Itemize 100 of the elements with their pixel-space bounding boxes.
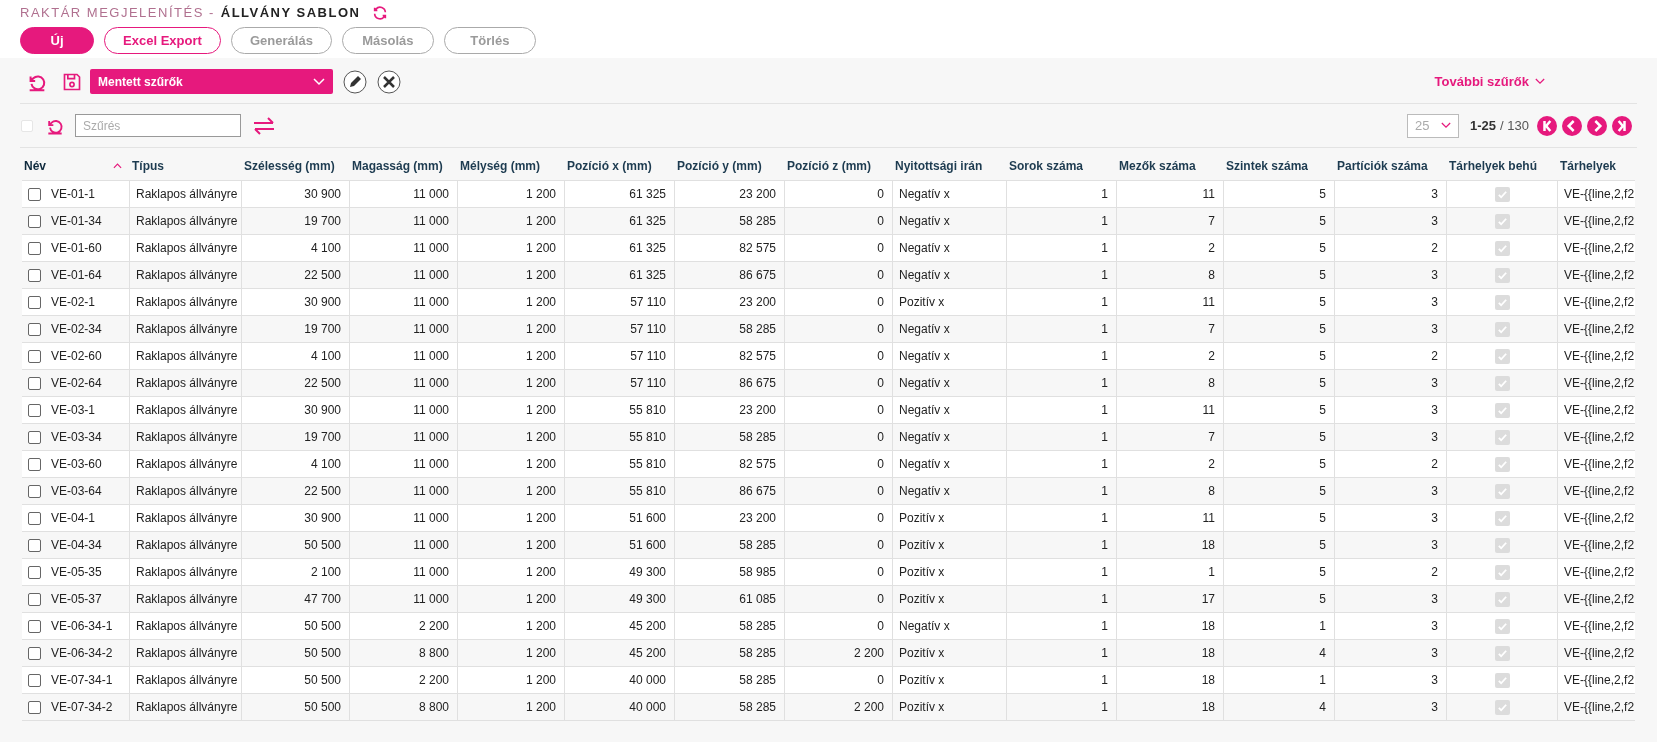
table-cell-text: 1 200 <box>525 186 556 203</box>
table-cell-text: 1 <box>1101 672 1108 689</box>
column-header[interactable]: Sorok száma <box>1009 157 1084 175</box>
table-row[interactable]: VE-07-34-2 Raklapos állványre 50 500 8 800 1 200 40 000 58 285 2 200 Pozitív x 1 18 4 3 VE-{{line,2,f2 <box>22 694 1635 721</box>
column-header[interactable]: Típus <box>132 157 164 175</box>
row-checkbox[interactable] <box>28 214 41 228</box>
row-checkbox[interactable] <box>28 241 41 255</box>
saved-filters-select[interactable]: Mentett szűrők <box>90 69 333 94</box>
column-header[interactable]: Tárhelyek behú <box>1449 157 1538 175</box>
row-checkbox[interactable] <box>28 268 41 282</box>
column-header[interactable]: Tárhelyek <box>1560 157 1617 175</box>
filter-field[interactable]: Szűrés <box>75 114 241 137</box>
last-page-icon[interactable] <box>1612 115 1632 136</box>
column-header[interactable]: Nyitottsági irán <box>895 157 983 175</box>
row-checkbox[interactable] <box>28 403 41 417</box>
sort-up-icon[interactable] <box>113 163 122 169</box>
column-header[interactable]: Szintek száma <box>1226 157 1309 175</box>
table-cell-text: 11 000 <box>413 402 449 419</box>
row-checkbox[interactable] <box>28 376 41 390</box>
row-checkbox[interactable] <box>28 187 41 201</box>
first-page-icon[interactable] <box>1537 115 1557 136</box>
table-cell-text: Pozitív x <box>899 537 945 554</box>
row-checkbox[interactable] <box>28 565 41 579</box>
row-checkbox[interactable] <box>28 457 41 471</box>
swap-arrows-icon[interactable] <box>253 116 275 135</box>
column-header[interactable]: Szélesség (mm) <box>244 157 335 175</box>
table-row[interactable]: VE-03-60 Raklapos állványre 4 100 11 000 1 200 55 810 82 575 0 Negatív x 1 2 5 2 VE-{{line,2,f2 <box>22 451 1635 478</box>
edit-icon[interactable] <box>343 69 367 94</box>
column-header[interactable]: Mezők száma <box>1119 157 1196 175</box>
table-cell-text: 0 <box>877 564 884 581</box>
previous-page-icon[interactable] <box>1562 115 1582 136</box>
table-cell-text: 1 200 <box>525 456 556 473</box>
table-cell-text: 61 325 <box>629 267 666 284</box>
table-cell-text: VE-03-1 <box>51 402 96 419</box>
table-cell-text: 8 800 <box>418 699 449 716</box>
table-cell-text: 30 900 <box>304 510 341 527</box>
table-cell-text: VE-{{line,2,f2 <box>1564 483 1635 500</box>
row-checkbox[interactable] <box>28 322 41 336</box>
table-cell-text: 55 810 <box>629 483 666 500</box>
table-cell-text: 5 <box>1319 591 1326 608</box>
more-filters-link[interactable]: További szűrők <box>1434 71 1545 92</box>
table-cell-text: 40 000 <box>629 672 666 689</box>
row-checkbox[interactable] <box>28 700 41 714</box>
row-checkbox[interactable] <box>28 619 41 633</box>
table-row[interactable]: VE-04-1 Raklapos állványre 30 900 11 000 1 200 51 600 23 200 0 Pozitív x 1 11 5 3 VE-{{line,2,f2 <box>22 505 1635 532</box>
table-cell-text: Negatív x <box>899 267 950 284</box>
column-header[interactable]: Mélység (mm) <box>460 157 541 175</box>
row-checkbox[interactable] <box>28 349 41 363</box>
refresh-icon[interactable] <box>372 5 389 21</box>
row-checkbox[interactable] <box>28 673 41 687</box>
action-button[interactable]: Új <box>20 27 94 54</box>
table-cell-text: 3 <box>1431 537 1438 554</box>
next-page-icon[interactable] <box>1587 115 1607 136</box>
row-checkbox[interactable] <box>28 646 41 660</box>
table-cell-text: 82 575 <box>739 456 776 473</box>
table-row[interactable]: VE-04-34 Raklapos állványre 50 500 11 000 1 200 51 600 58 285 0 Pozitív x 1 18 5 3 VE-{{line,2,f2 <box>22 532 1635 559</box>
table-cell-text: 0 <box>877 186 884 203</box>
row-checkbox[interactable] <box>28 484 41 498</box>
table-row[interactable]: VE-02-60 Raklapos állványre 4 100 11 000 1 200 57 110 82 575 0 Negatív x 1 2 5 2 VE-{{line,2,f2 <box>22 343 1635 370</box>
row-checkbox[interactable] <box>28 538 41 552</box>
save-icon[interactable] <box>62 71 82 92</box>
select-all-checkbox[interactable] <box>21 119 33 132</box>
table-cell-text: 2 <box>1431 240 1438 257</box>
table-row[interactable]: VE-06-34-1 Raklapos állványre 50 500 2 200 1 200 45 200 58 285 0 Negatív x 1 18 1 3 VE-{{line,2,f2 <box>22 613 1635 640</box>
table-cell-text: VE-01-34 <box>51 213 102 230</box>
table-row[interactable]: VE-02-34 Raklapos állványre 19 700 11 000 1 200 57 110 58 285 0 Negatív x 1 7 5 3 VE-{{line,2,f2 <box>22 316 1635 343</box>
table-cell-text: 1 <box>1101 321 1108 338</box>
table-cell-text: 1 200 <box>525 483 556 500</box>
table-row[interactable]: VE-02-1 Raklapos állványre 30 900 11 000 1 200 57 110 23 200 0 Pozitív x 1 11 5 3 VE-{{line,2,f2 <box>22 289 1635 316</box>
column-header[interactable]: Magasság (mm) <box>352 157 443 175</box>
table-cell-text: 11 000 <box>413 186 449 203</box>
column-header[interactable]: Partíciók száma <box>1337 157 1428 175</box>
table-cell-text: 0 <box>877 348 884 365</box>
column-header[interactable]: Pozíció x (mm) <box>567 157 652 175</box>
close-icon[interactable] <box>377 69 401 94</box>
table-row[interactable]: VE-03-64 Raklapos állványre 22 500 11 000 1 200 55 810 86 675 0 Negatív x 1 8 5 3 VE-{{line,2,f2 <box>22 478 1635 505</box>
table-row[interactable]: VE-05-37 Raklapos állványre 47 700 11 000 1 200 49 300 61 085 0 Pozitív x 1 17 5 3 VE-{{line,2,f2 <box>22 586 1635 613</box>
table-cell-text: VE-03-60 <box>51 456 102 473</box>
row-checkbox[interactable] <box>28 511 41 525</box>
table-row[interactable]: VE-02-64 Raklapos állványre 22 500 11 000 1 200 57 110 86 675 0 Negatív x 1 8 5 3 VE-{{line,2,f2 <box>22 370 1635 397</box>
action-button[interactable]: Excel Export <box>104 27 221 54</box>
table-cell-text: 1 <box>1101 294 1108 311</box>
table-row[interactable]: VE-01-1 Raklapos állványre 30 900 11 000 1 200 61 325 23 200 0 Negatív x 1 11 5 3 VE-{{line,2,f2 <box>22 181 1635 208</box>
table-row[interactable]: VE-01-34 Raklapos állványre 19 700 11 000 1 200 61 325 58 285 0 Negatív x 1 7 5 3 VE-{{line,2,f2 <box>22 208 1635 235</box>
table-row[interactable]: VE-03-1 Raklapos állványre 30 900 11 000 1 200 55 810 23 200 0 Negatív x 1 11 5 3 VE-{{line,2,f2 <box>22 397 1635 424</box>
table-cell-text: 18 <box>1201 537 1215 554</box>
table-row[interactable]: VE-05-35 Raklapos állványre 2 100 11 000 1 200 49 300 58 985 0 Pozitív x 1 1 5 2 VE-{{line,2,f2 <box>22 559 1635 586</box>
row-checkbox[interactable] <box>28 430 41 444</box>
table-row[interactable]: VE-06-34-2 Raklapos állványre 50 500 8 800 1 200 45 200 58 285 2 200 Pozitív x 1 18 4 3 VE-{{line,2,f2 <box>22 640 1635 667</box>
table-cell-text: 50 500 <box>304 699 341 716</box>
table-row[interactable]: VE-03-34 Raklapos állványre 19 700 11 000 1 200 55 810 58 285 0 Negatív x 1 7 5 3 VE-{{line,2,f2 <box>22 424 1635 451</box>
row-checkbox[interactable] <box>28 295 41 309</box>
column-header[interactable]: Pozíció z (mm) <box>787 157 871 175</box>
table-row[interactable]: VE-07-34-1 Raklapos állványre 50 500 2 200 1 200 40 000 58 285 0 Pozitív x 1 18 1 3 VE-{{line,2,f2 <box>22 667 1635 694</box>
table-row[interactable]: VE-01-60 Raklapos állványre 4 100 11 000 1 200 61 325 82 575 0 Negatív x 1 2 5 2 VE-{{line,2,f2 <box>22 235 1635 262</box>
column-header[interactable]: Pozíció y (mm) <box>677 157 762 175</box>
row-checkbox[interactable] <box>28 592 41 606</box>
column-header[interactable]: Név <box>24 157 46 175</box>
table-row[interactable]: VE-01-64 Raklapos állványre 22 500 11 000 1 200 61 325 86 675 0 Negatív x 1 8 5 3 VE-{{line,2,f2 <box>22 262 1635 289</box>
table-cell-text: 23 200 <box>739 186 776 203</box>
